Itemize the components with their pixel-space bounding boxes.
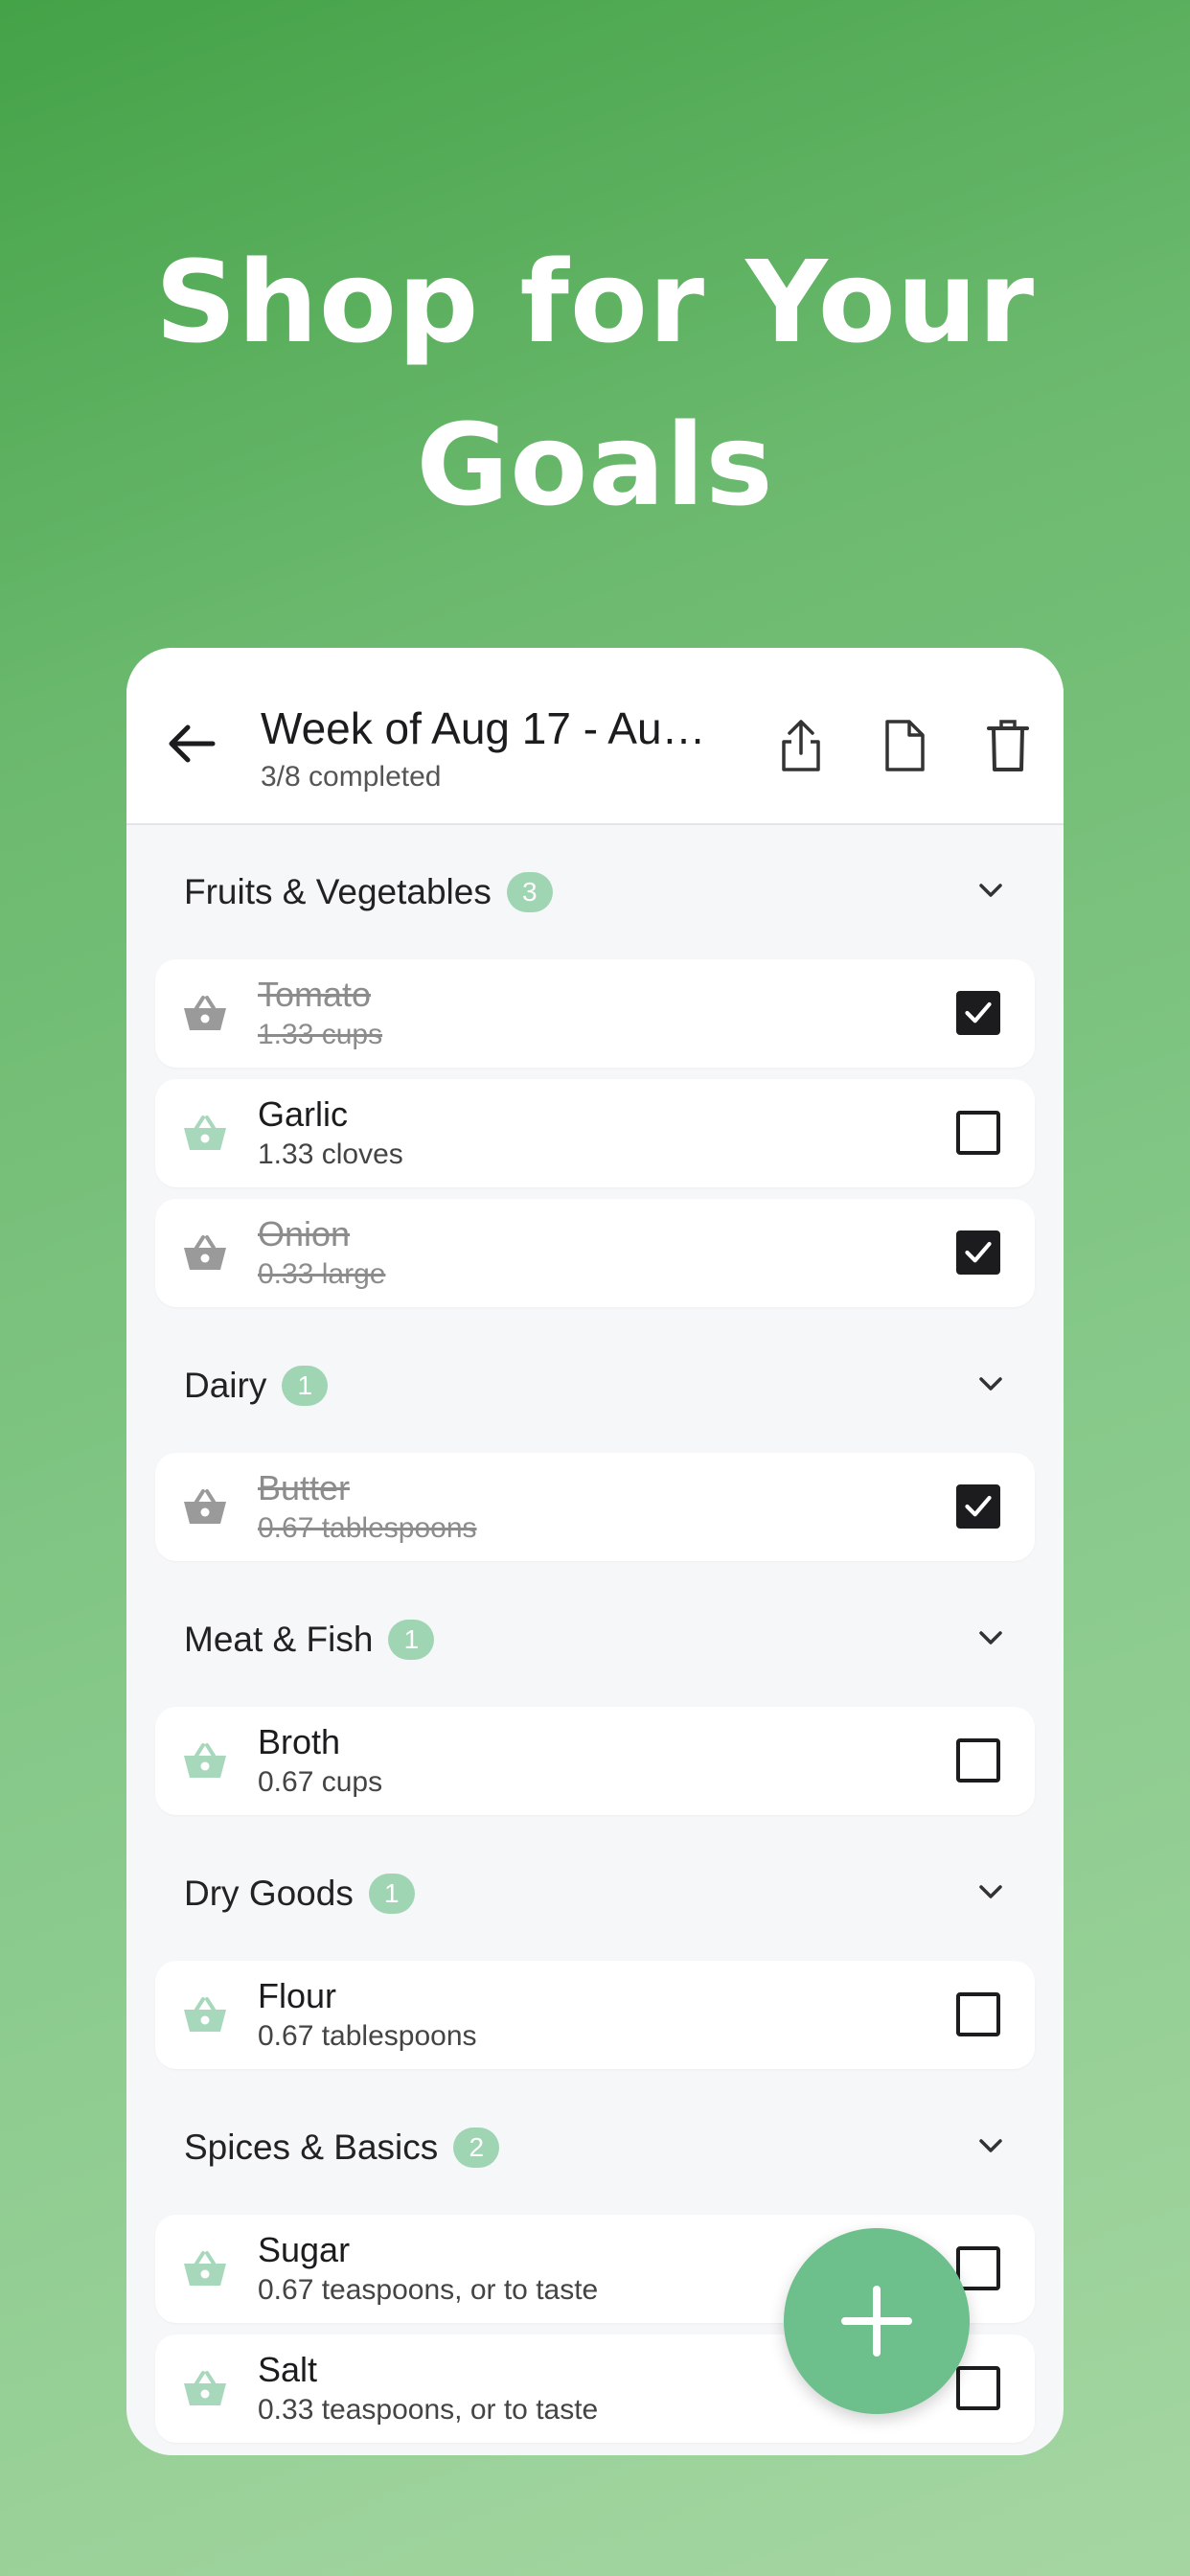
basket-icon <box>182 992 228 1034</box>
app-bar: Week of Aug 17 - Aug… 3/8 completed <box>126 648 1064 825</box>
section-count-badge: 1 <box>282 1366 329 1406</box>
section-header[interactable]: Dairy 1 <box>155 1319 1035 1453</box>
item-name: Flour <box>258 1976 337 2015</box>
hero-line-2: Goals <box>416 399 774 531</box>
basket-icon <box>182 1485 228 1528</box>
item-checkbox[interactable] <box>956 1738 1000 1782</box>
chevron-down-icon[interactable] <box>975 1876 1006 1907</box>
item-checkbox[interactable] <box>956 1111 1000 1155</box>
section-title: Dry Goods <box>184 1874 354 1913</box>
basket-icon <box>182 1231 228 1274</box>
title-block: Week of Aug 17 - Aug… 3/8 completed <box>261 702 721 794</box>
list-item[interactable]: Flour 0.67 tablespoons <box>155 1961 1035 2069</box>
section-header[interactable]: Spices & Basics 2 <box>155 2081 1035 2215</box>
section-count-badge: 2 <box>453 2128 500 2168</box>
hero-line-1: Shop for Your <box>154 236 1036 368</box>
item-quantity: 0.67 tablespoons <box>258 1512 477 1544</box>
trash-icon[interactable] <box>981 717 1035 774</box>
item-name: Tomato <box>258 975 372 1014</box>
list-item[interactable]: Broth 0.67 cups <box>155 1707 1035 1815</box>
item-quantity: 1.33 cloves <box>258 1138 403 1170</box>
item-name: Garlic <box>258 1094 349 1134</box>
chevron-down-icon[interactable] <box>975 1368 1006 1399</box>
section-count-badge: 3 <box>506 872 553 912</box>
completion-status: 3/8 completed <box>261 761 442 793</box>
chevron-down-icon[interactable] <box>975 2130 1006 2161</box>
add-item-button[interactable] <box>784 2228 970 2414</box>
list-item[interactable]: Onion 0.33 large <box>155 1199 1035 1307</box>
item-quantity: 0.67 cups <box>258 1766 383 1798</box>
chevron-down-icon[interactable] <box>975 875 1006 906</box>
basket-icon <box>182 2367 228 2409</box>
item-quantity: 0.67 tablespoons <box>258 2020 477 2052</box>
item-checkbox[interactable] <box>956 1230 1000 1275</box>
basket-icon <box>182 1993 228 2036</box>
hero-heading: Shop for Your Goals <box>0 220 1190 546</box>
item-name: Salt <box>258 2350 318 2389</box>
list-item[interactable]: Butter 0.67 tablespoons <box>155 1453 1035 1561</box>
share-icon[interactable] <box>774 717 828 774</box>
section-title: Dairy <box>184 1366 267 1405</box>
item-checkbox[interactable] <box>956 1484 1000 1529</box>
section-header[interactable]: Meat & Fish 1 <box>155 1573 1035 1707</box>
item-quantity: 1.33 cups <box>258 1019 383 1050</box>
item-checkbox[interactable] <box>956 991 1000 1035</box>
plus-icon <box>841 2286 912 2357</box>
section-count-badge: 1 <box>368 1874 415 1914</box>
back-arrow-icon[interactable] <box>165 717 218 770</box>
list-item[interactable]: Garlic 1.33 cloves <box>155 1079 1035 1187</box>
chevron-down-icon[interactable] <box>975 1622 1006 1653</box>
document-icon[interactable] <box>878 717 931 774</box>
item-quantity: 0.67 teaspoons, or to taste <box>258 2274 599 2306</box>
section-header[interactable]: Fruits & Vegetables 3 <box>155 825 1035 959</box>
section-title: Spices & Basics <box>184 2128 439 2167</box>
item-name: Broth <box>258 1722 341 1761</box>
section-title: Meat & Fish <box>184 1620 374 1659</box>
basket-icon <box>182 1112 228 1154</box>
basket-icon <box>182 1739 228 1782</box>
item-name: Butter <box>258 1468 351 1507</box>
item-name: Sugar <box>258 2230 351 2269</box>
shopping-sections: Fruits & Vegetables 3 Tomato 1.33 cups Garli… <box>126 825 1064 2443</box>
section-title: Fruits & Vegetables <box>184 872 492 911</box>
list-title: Week of Aug 17 - Aug… <box>261 703 721 753</box>
section-count-badge: 1 <box>388 1620 435 1660</box>
item-name: Onion <box>258 1214 351 1254</box>
section-header[interactable]: Dry Goods 1 <box>155 1827 1035 1961</box>
item-checkbox[interactable] <box>956 1992 1000 2036</box>
list-item[interactable]: Tomato 1.33 cups <box>155 959 1035 1068</box>
item-quantity: 0.33 large <box>258 1258 386 1290</box>
phone-card: Week of Aug 17 - Aug… 3/8 completed Frui… <box>126 648 1064 2455</box>
basket-icon <box>182 2247 228 2289</box>
item-quantity: 0.33 teaspoons, or to taste <box>258 2394 599 2426</box>
